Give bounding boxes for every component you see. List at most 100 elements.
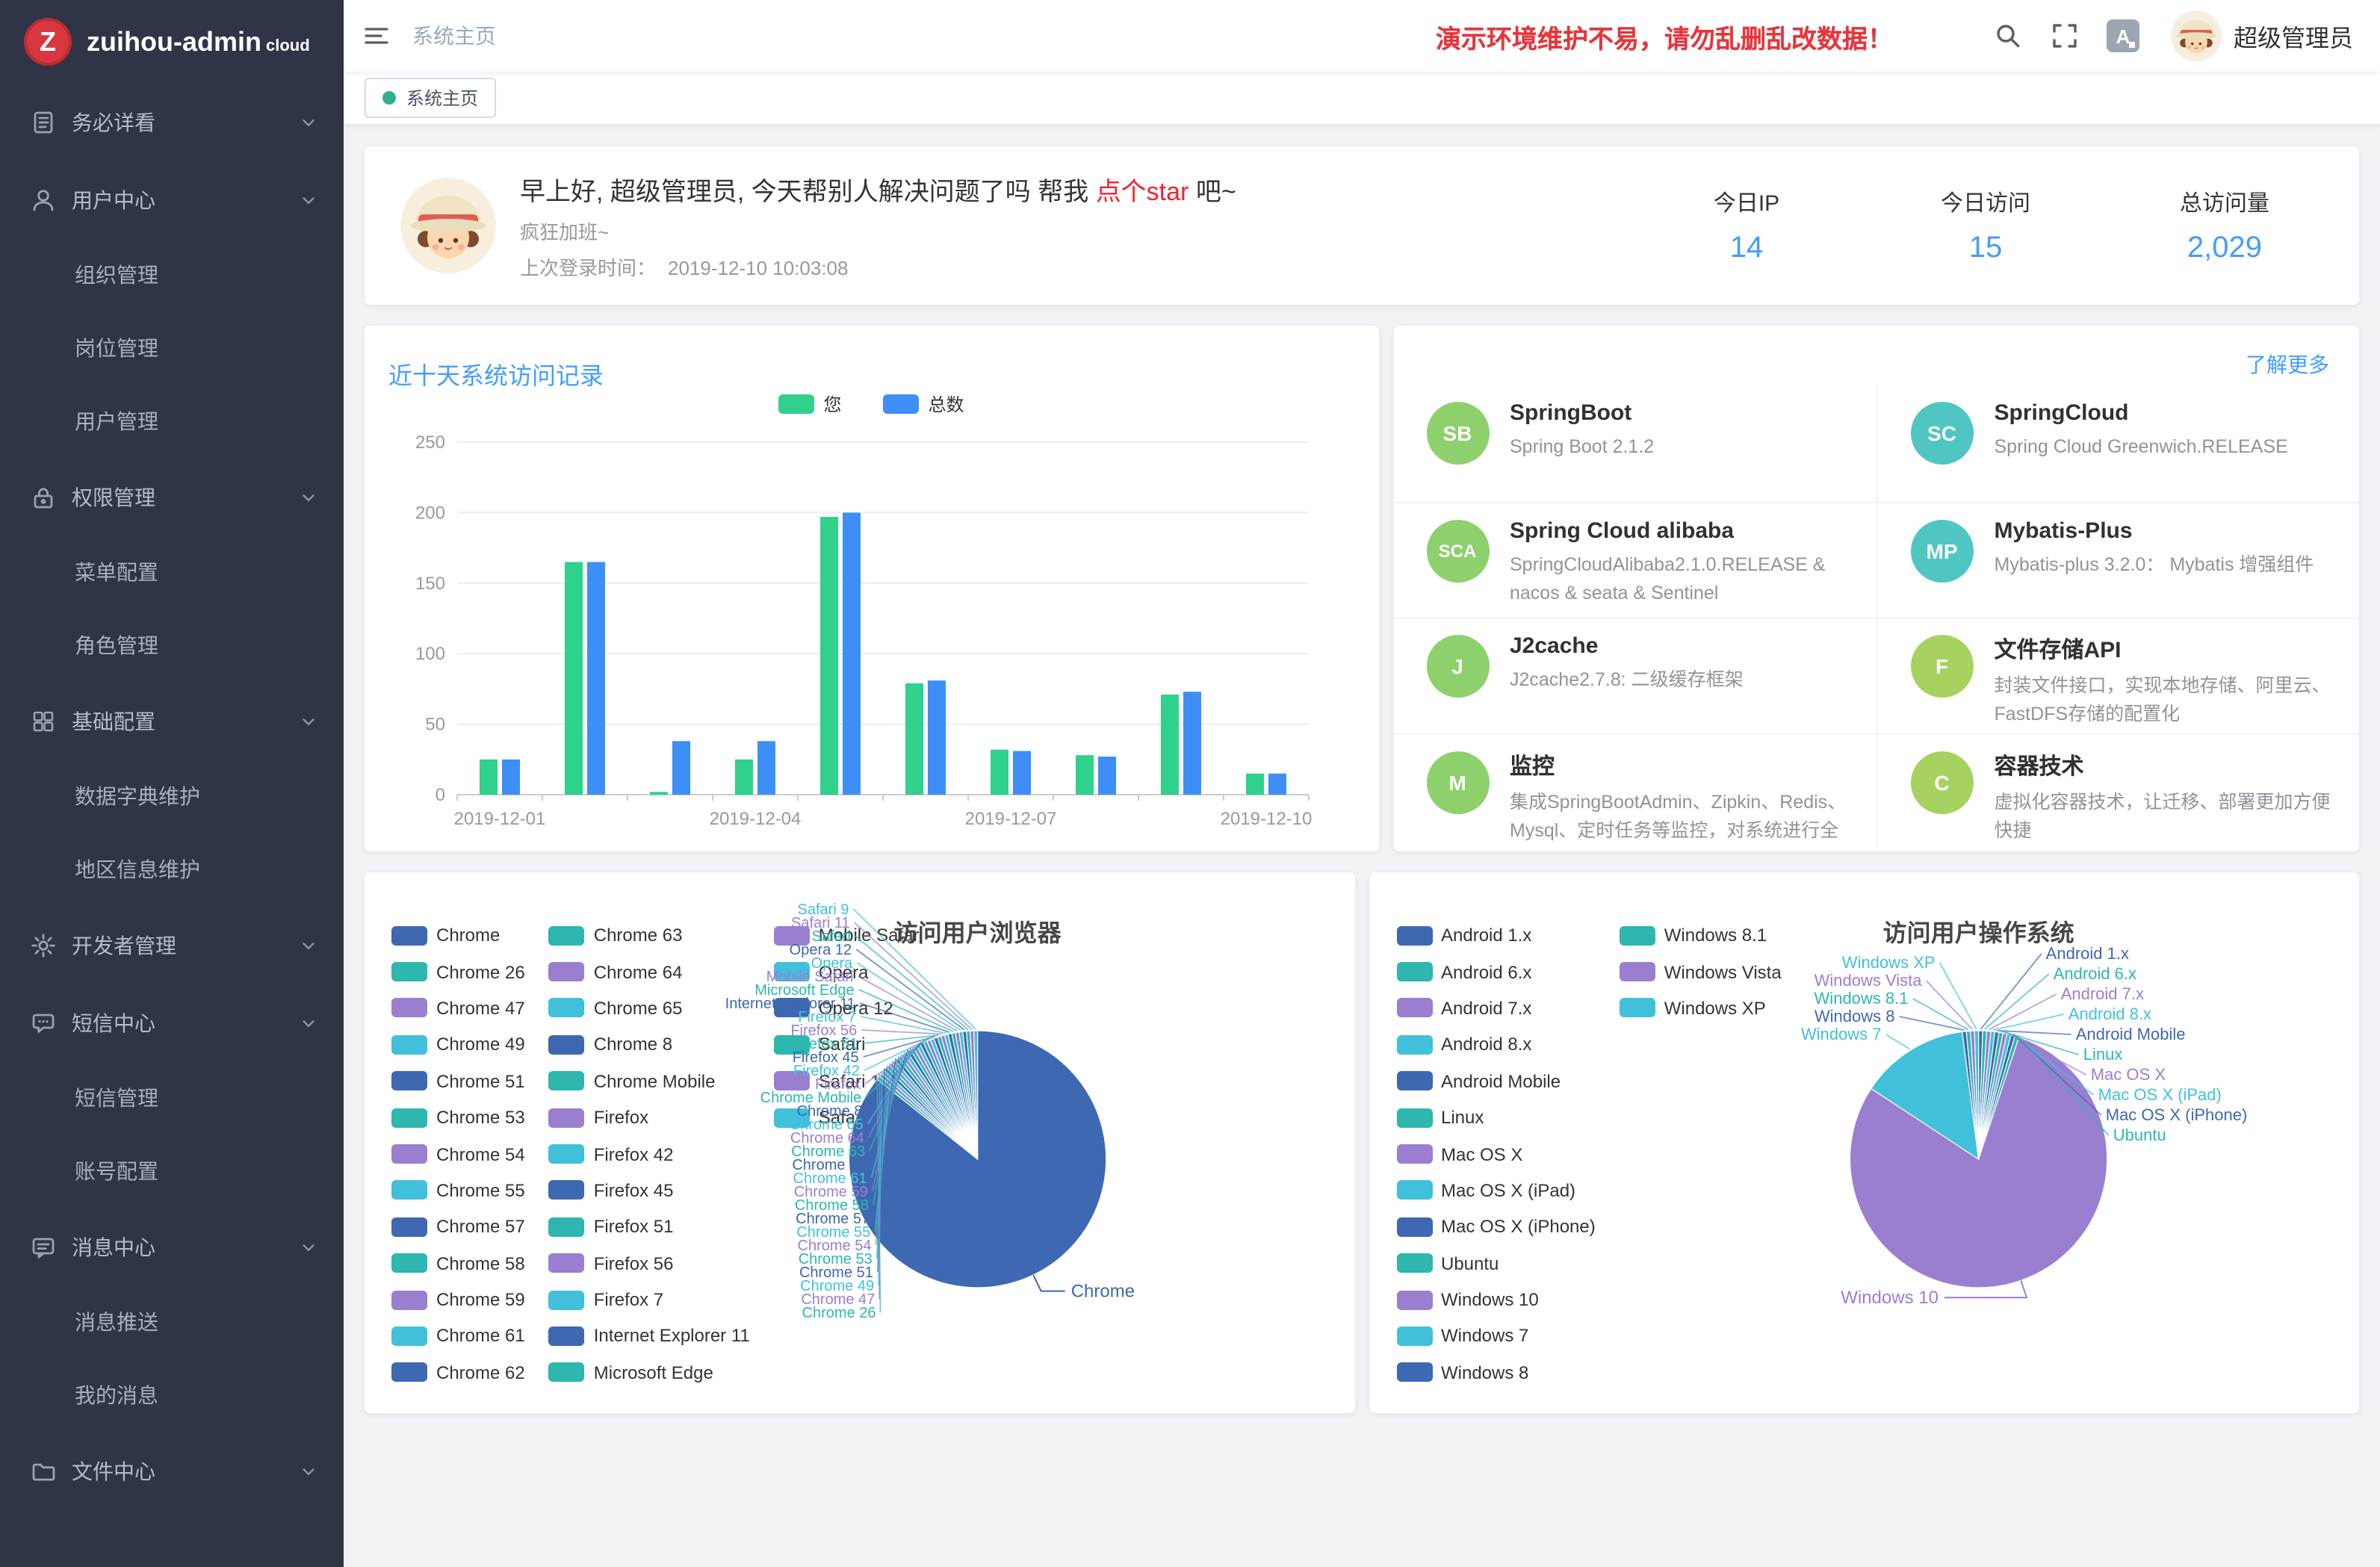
legend-label: Chrome 8	[594, 1034, 672, 1055]
legend-item[interactable]: Chrome 47	[391, 990, 525, 1027]
fullscreen-icon[interactable]	[2050, 21, 2080, 51]
legend-item[interactable]: 总数	[884, 391, 964, 417]
sidebar-item[interactable]: 短信中心	[0, 984, 344, 1062]
sidebar-subitem[interactable]: 短信管理	[0, 1062, 344, 1135]
svg-text:200: 200	[415, 503, 445, 523]
sidebar-subitem[interactable]: 角色管理	[0, 609, 344, 683]
stat-value: 14	[1699, 231, 1794, 265]
sidebar-subitem[interactable]: 岗位管理	[0, 312, 344, 385]
sidebar-subitem[interactable]: 数据字典维护	[0, 760, 344, 834]
legend-item[interactable]: Firefox 51	[549, 1208, 750, 1245]
legend-item[interactable]: Android 7.x	[1396, 990, 1596, 1027]
legend-item[interactable]: Mac OS X (iPad)	[1396, 1172, 1596, 1208]
chevron-down-icon	[300, 1463, 317, 1480]
legend-item[interactable]: Windows 8	[1396, 1354, 1596, 1391]
sidebar-subitem[interactable]: 消息推送	[0, 1286, 344, 1359]
browser-chart-card: ChromeChrome 26Chrome 47Chrome 49Chrome …	[365, 872, 1354, 1413]
legend-item[interactable]: Windows Vista	[1620, 954, 1782, 990]
feature-title: 容器技术	[1995, 749, 2333, 781]
legend-item[interactable]: Safari	[774, 1026, 923, 1063]
legend-item[interactable]: Internet Explorer 11	[549, 1318, 750, 1355]
legend-item[interactable]: Chrome 8	[549, 1026, 750, 1063]
pie-slice	[1978, 1034, 2010, 1159]
font-size-icon[interactable]: A	[2107, 19, 2139, 52]
legend-item[interactable]: Firefox 7	[549, 1282, 750, 1318]
pie-callout-label: Windows Vista	[1814, 971, 1922, 990]
legend-item[interactable]: Safari 11	[774, 1063, 923, 1099]
legend-item[interactable]: Chrome 55	[391, 1172, 525, 1208]
sidebar-item-label: 权限管理	[72, 482, 300, 512]
legend-item[interactable]: Android Mobile	[1396, 1063, 1596, 1099]
legend-item[interactable]: Mobile Safari	[774, 917, 923, 954]
legend-item[interactable]: Chrome 53	[391, 1099, 525, 1136]
legend-item[interactable]: Firefox 56	[549, 1245, 750, 1282]
bar-总数	[587, 562, 605, 795]
legend-item[interactable]: Chrome 57	[391, 1208, 525, 1245]
legend-item[interactable]: Chrome Mobile	[549, 1063, 750, 1099]
sidebar-item[interactable]: 用户中心	[0, 161, 344, 239]
sidebar-item[interactable]: 务必详看	[0, 84, 344, 161]
username[interactable]: 超级管理员	[2234, 18, 2353, 54]
legend-swatch	[1396, 925, 1432, 945]
legend-swatch	[884, 394, 920, 414]
stat-label: 今日访问	[1938, 186, 2033, 217]
search-icon[interactable]	[1993, 21, 2023, 51]
legend-label: Linux	[1441, 1107, 1484, 1128]
legend-item[interactable]: Chrome 54	[391, 1136, 525, 1173]
legend-item[interactable]: Microsoft Edge	[549, 1354, 750, 1391]
legend-item[interactable]: Chrome 65	[549, 990, 750, 1027]
sidebar-item[interactable]: 消息中心	[0, 1208, 344, 1286]
welcome-card: 早上好, 超级管理员, 今天帮别人解决问题了吗 帮我 点个star 吧~ 疯狂加…	[365, 146, 2359, 305]
legend-item[interactable]: Mac OS X	[1396, 1136, 1596, 1173]
sidebar-subitem[interactable]: 地区信息维护	[0, 834, 344, 907]
legend-item[interactable]: Windows 10	[1396, 1282, 1596, 1318]
legend-item[interactable]: Safari 9	[774, 1099, 923, 1136]
legend-item[interactable]: Chrome 63	[549, 917, 750, 954]
legend-item[interactable]: Android 6.x	[1396, 954, 1596, 990]
sidebar-item-label: 务必详看	[72, 108, 300, 137]
legend-swatch	[774, 999, 810, 1018]
legend-item[interactable]: Firefox 45	[549, 1172, 750, 1208]
legend-item[interactable]: Android 1.x	[1396, 917, 1596, 954]
legend-item[interactable]: Opera	[774, 954, 923, 990]
learn-more-link[interactable]: 了解更多	[2246, 350, 2329, 379]
legend-item[interactable]: Chrome 58	[391, 1245, 525, 1282]
gear-icon	[30, 932, 57, 959]
tab-system-home[interactable]: 系统主页	[365, 78, 496, 118]
legend-item[interactable]: Windows 7	[1396, 1318, 1596, 1355]
user-avatar[interactable]	[2171, 10, 2222, 61]
sidebar-subitem[interactable]: 账号配置	[0, 1135, 344, 1208]
legend-item[interactable]: Firefox 42	[549, 1136, 750, 1173]
collapse-menu-icon[interactable]	[362, 21, 391, 51]
legend-item[interactable]: Chrome 61	[391, 1318, 525, 1355]
sidebar-item[interactable]: 权限管理	[0, 459, 344, 536]
sidebar-item[interactable]: 基础配置	[0, 683, 344, 760]
sidebar-item[interactable]: 开发者管理	[0, 907, 344, 984]
sidebar-subitem[interactable]: 我的消息	[0, 1359, 344, 1433]
breadcrumb: 系统主页	[412, 21, 496, 51]
legend-item[interactable]: 您	[778, 391, 841, 417]
legend-item[interactable]: Android 8.x	[1396, 1026, 1596, 1063]
legend-item[interactable]: Windows XP	[1620, 990, 1782, 1027]
legend-item[interactable]: Windows 8.1	[1620, 917, 1782, 954]
legend-item[interactable]: Chrome 64	[549, 954, 750, 990]
sidebar-subitem[interactable]: 组织管理	[0, 239, 344, 312]
star-link[interactable]: 点个star	[1096, 178, 1189, 206]
legend-item[interactable]: Chrome 49	[391, 1026, 525, 1063]
sidebar-item[interactable]: 文件中心	[0, 1433, 344, 1510]
legend-item[interactable]: Chrome 26	[391, 954, 525, 990]
legend-item[interactable]: Ubuntu	[1396, 1245, 1596, 1282]
legend-swatch	[549, 1326, 585, 1346]
legend-item[interactable]: Chrome	[391, 917, 525, 954]
legend-item[interactable]: Opera 12	[774, 990, 923, 1027]
legend-item[interactable]: Mac OS X (iPhone)	[1396, 1208, 1596, 1245]
legend-item[interactable]: Linux	[1396, 1099, 1596, 1136]
legend-item[interactable]: Chrome 59	[391, 1282, 525, 1318]
legend-swatch	[1396, 1144, 1432, 1164]
legend-item[interactable]: Firefox	[549, 1099, 750, 1136]
sidebar-subitem[interactable]: 用户管理	[0, 385, 344, 459]
legend-item[interactable]: Chrome 62	[391, 1354, 525, 1391]
sidebar-subitem[interactable]: 菜单配置	[0, 536, 344, 609]
chevron-down-icon	[300, 937, 317, 954]
legend-item[interactable]: Chrome 51	[391, 1063, 525, 1099]
